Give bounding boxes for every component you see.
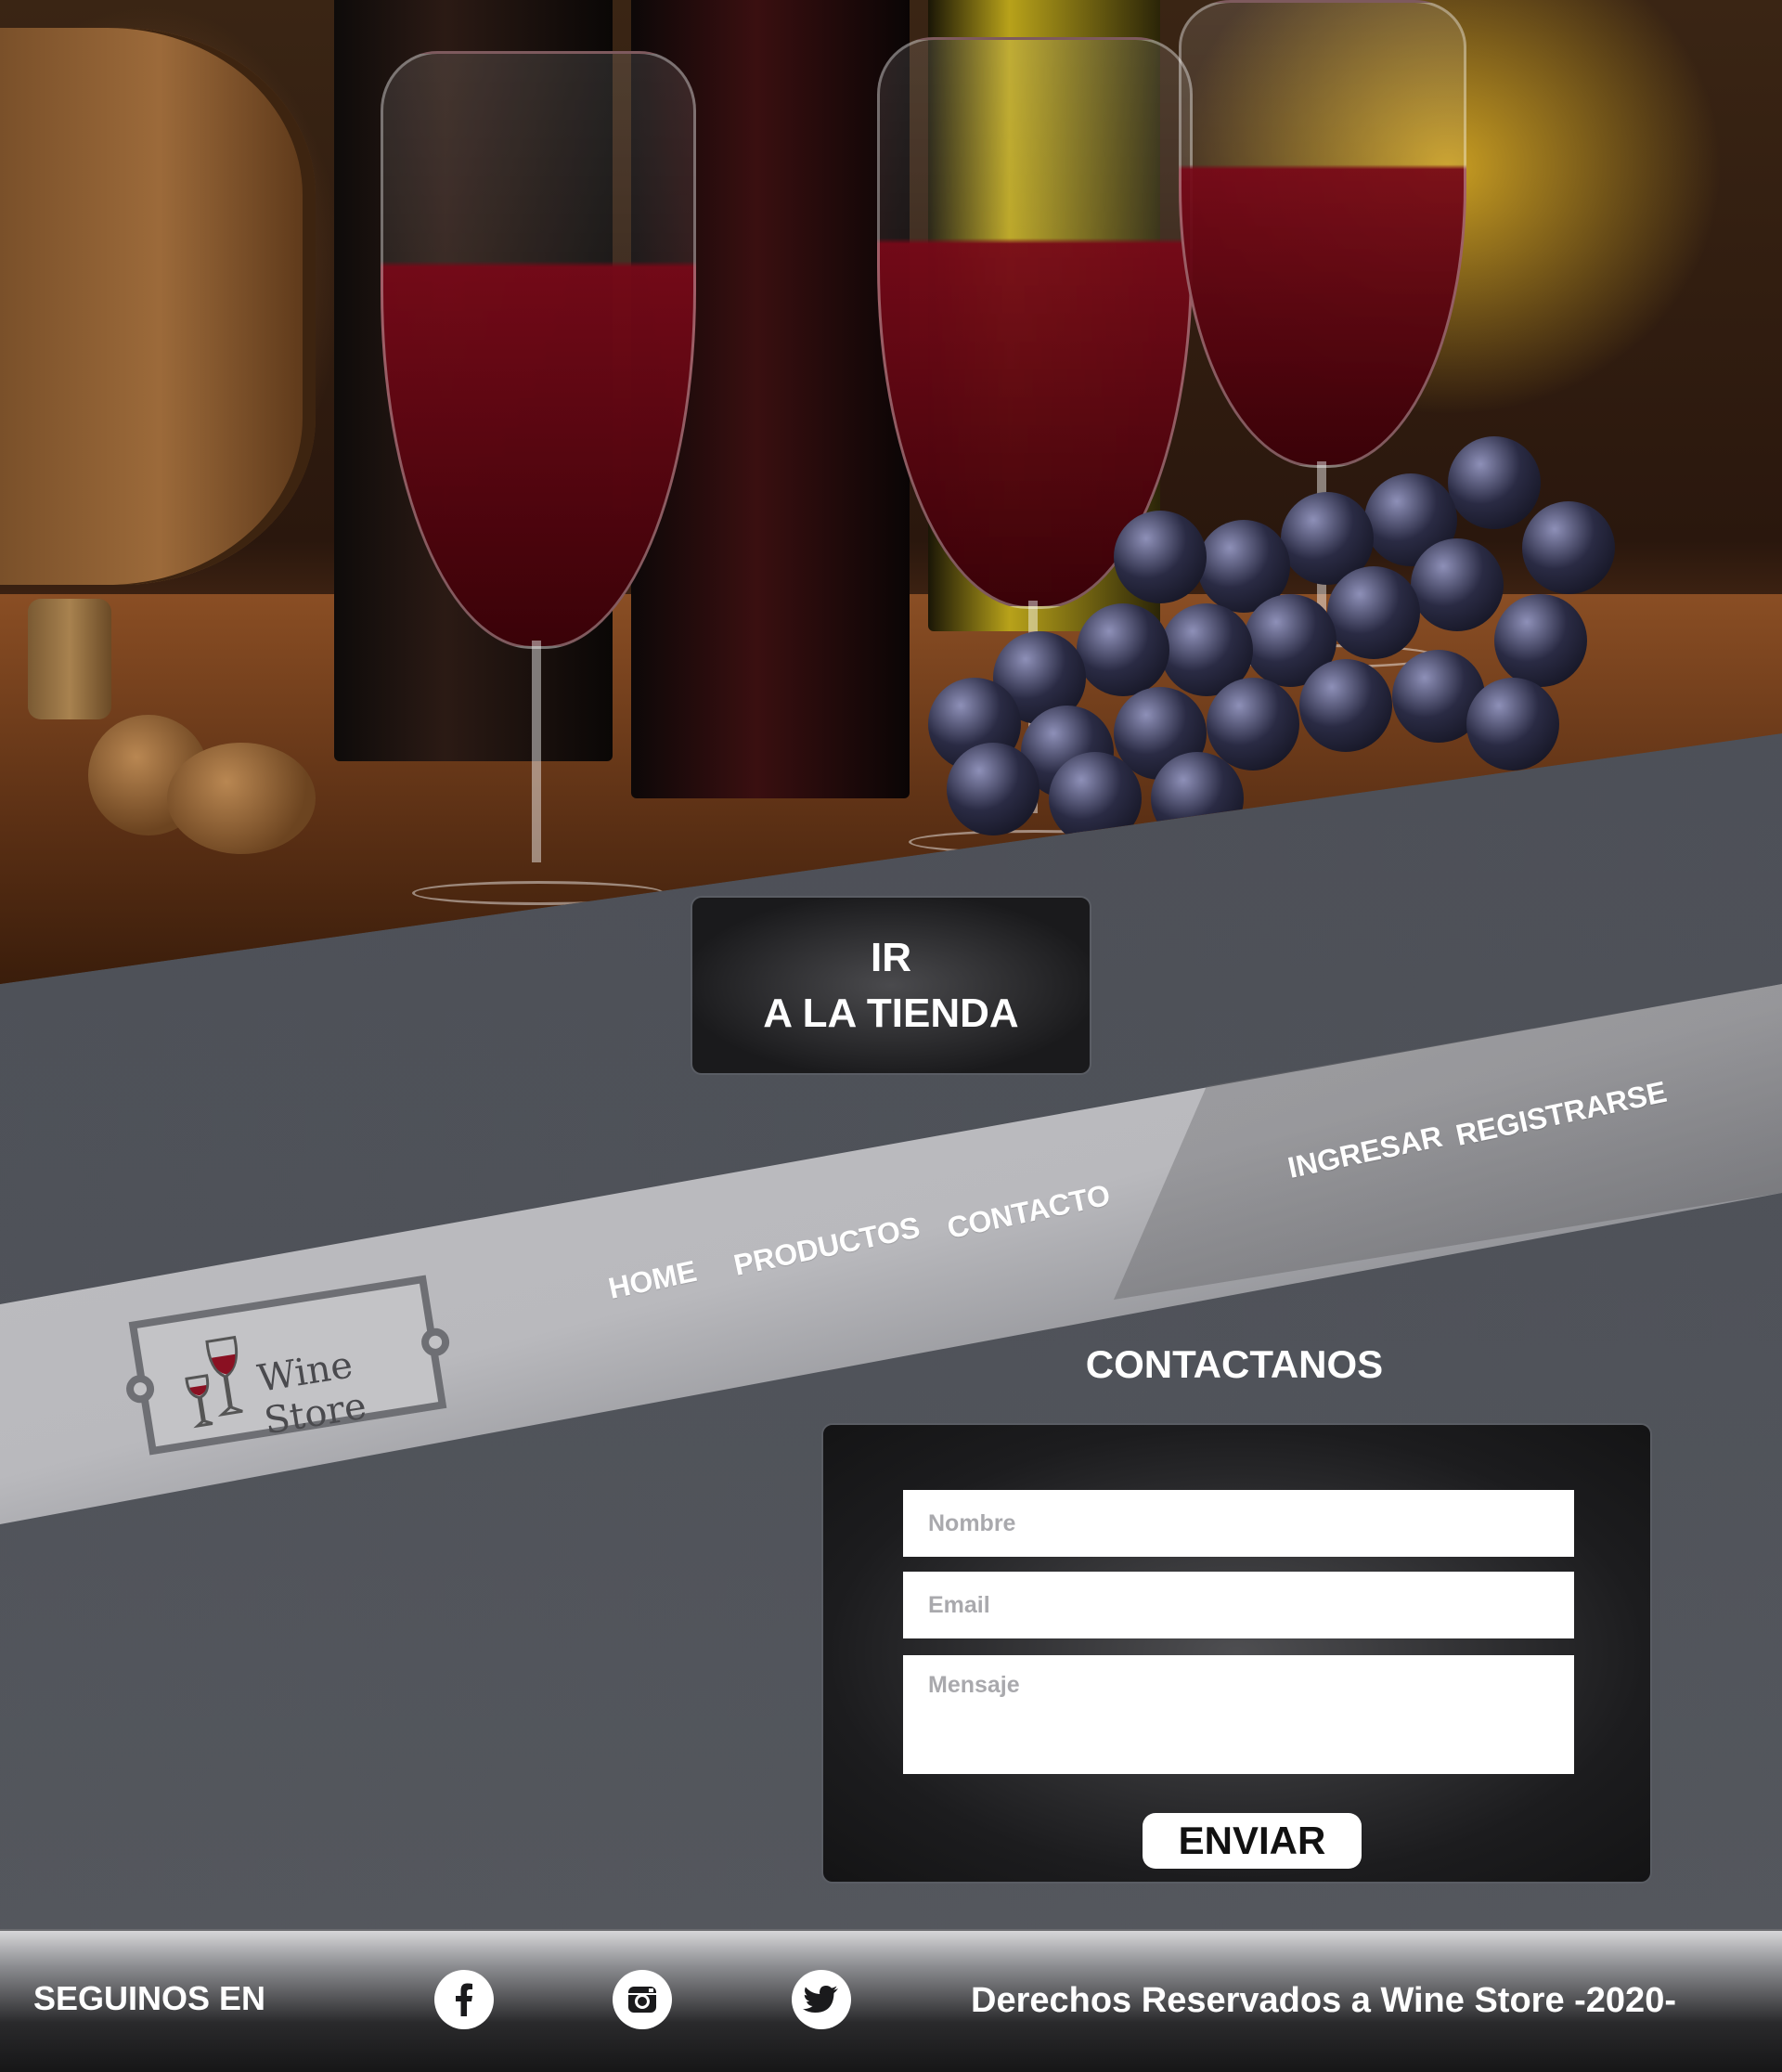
- wine-glass-graphic: [381, 51, 696, 905]
- send-button[interactable]: ENVIAR: [1143, 1813, 1362, 1869]
- footer: SEGUINOS EN Derechos Reservados a Wine S…: [0, 1929, 1782, 2072]
- twitter-icon[interactable]: [792, 1970, 851, 2029]
- cork-graphic: [28, 599, 111, 719]
- shop-button-line1: IR: [871, 934, 911, 980]
- contact-form: ENVIAR: [821, 1423, 1652, 1884]
- email-field[interactable]: [903, 1572, 1574, 1638]
- go-to-shop-button[interactable]: IR A LA TIENDA: [691, 896, 1091, 1075]
- instagram-icon[interactable]: [613, 1970, 672, 2029]
- name-field[interactable]: [903, 1490, 1574, 1557]
- facebook-icon[interactable]: [434, 1970, 494, 2029]
- contact-title: CONTACTANOS: [1085, 1342, 1384, 1386]
- follow-label: SEGUINOS EN: [33, 1979, 266, 2017]
- barrel-graphic: [0, 28, 316, 585]
- wine-glass-icon: [185, 1335, 243, 1429]
- copyright-text: Derechos Reservados a Wine Store -2020-: [971, 1981, 1676, 2020]
- shop-button-line2: A LA TIENDA: [763, 990, 1019, 1036]
- hero-image: [0, 0, 1782, 984]
- grapes-graphic: [928, 436, 1652, 845]
- walnut-graphic: [167, 743, 316, 854]
- message-field[interactable]: [903, 1655, 1574, 1774]
